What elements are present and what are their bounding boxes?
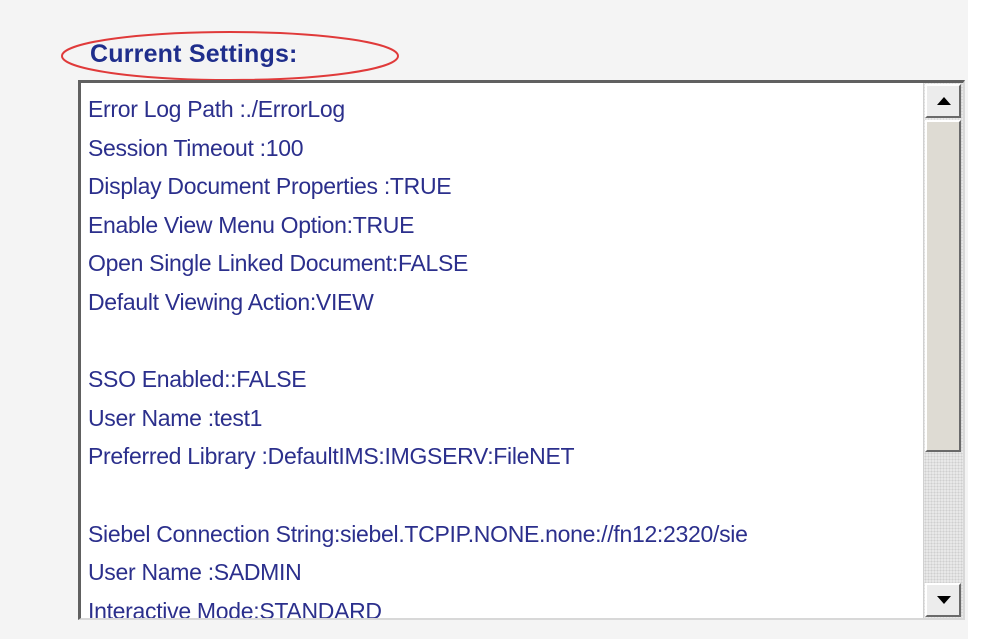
setting-line-preferred-library: Preferred Library :DefaultIMS:IMGSERV:Fi…: [88, 443, 575, 470]
setting-line-siebel-connection-string: Siebel Connection String:siebel.TCPIP.NO…: [88, 520, 748, 547]
setting-line-display-document-properties: Display Document Properties :TRUE: [88, 173, 452, 200]
current-settings-heading-group: Current Settings:: [58, 28, 403, 84]
setting-line-sso-enabled: SSO Enabled::FALSE: [88, 366, 307, 393]
scroll-up-button[interactable]: [925, 84, 961, 118]
setting-line-error-log-path: Error Log Path :./ErrorLog: [88, 96, 345, 122]
setting-line-enable-view-menu-option: Enable View Menu Option:TRUE: [88, 211, 415, 238]
arrow-up-icon: [937, 97, 951, 105]
setting-line-default-viewing-action: Default Viewing Action:VIEW: [88, 288, 374, 315]
current-settings-heading: Current Settings:: [90, 40, 298, 68]
settings-list: Error Log Path :./ErrorLog Session Timeo…: [88, 90, 923, 620]
scroll-down-button[interactable]: [925, 583, 961, 617]
setting-line-session-timeout: Session Timeout :100: [88, 134, 304, 161]
blank-line: [88, 476, 923, 515]
settings-panel: Current Settings: Error Log Path :./Erro…: [0, 0, 968, 639]
vertical-scrollbar[interactable]: [923, 83, 963, 618]
setting-line-user-name: User Name :test1: [88, 404, 263, 431]
scrollbar-thumb[interactable]: [925, 120, 961, 452]
current-settings-textarea[interactable]: Error Log Path :./ErrorLog Session Timeo…: [78, 80, 965, 620]
arrow-down-icon: [937, 596, 951, 604]
setting-line-interactive-mode: Interactive Mode:STANDARD: [88, 597, 382, 620]
setting-line-siebel-user-name: User Name :SADMIN: [88, 559, 302, 586]
blank-line: [88, 322, 923, 361]
setting-line-open-single-linked-document: Open Single Linked Document:FALSE: [88, 250, 469, 277]
